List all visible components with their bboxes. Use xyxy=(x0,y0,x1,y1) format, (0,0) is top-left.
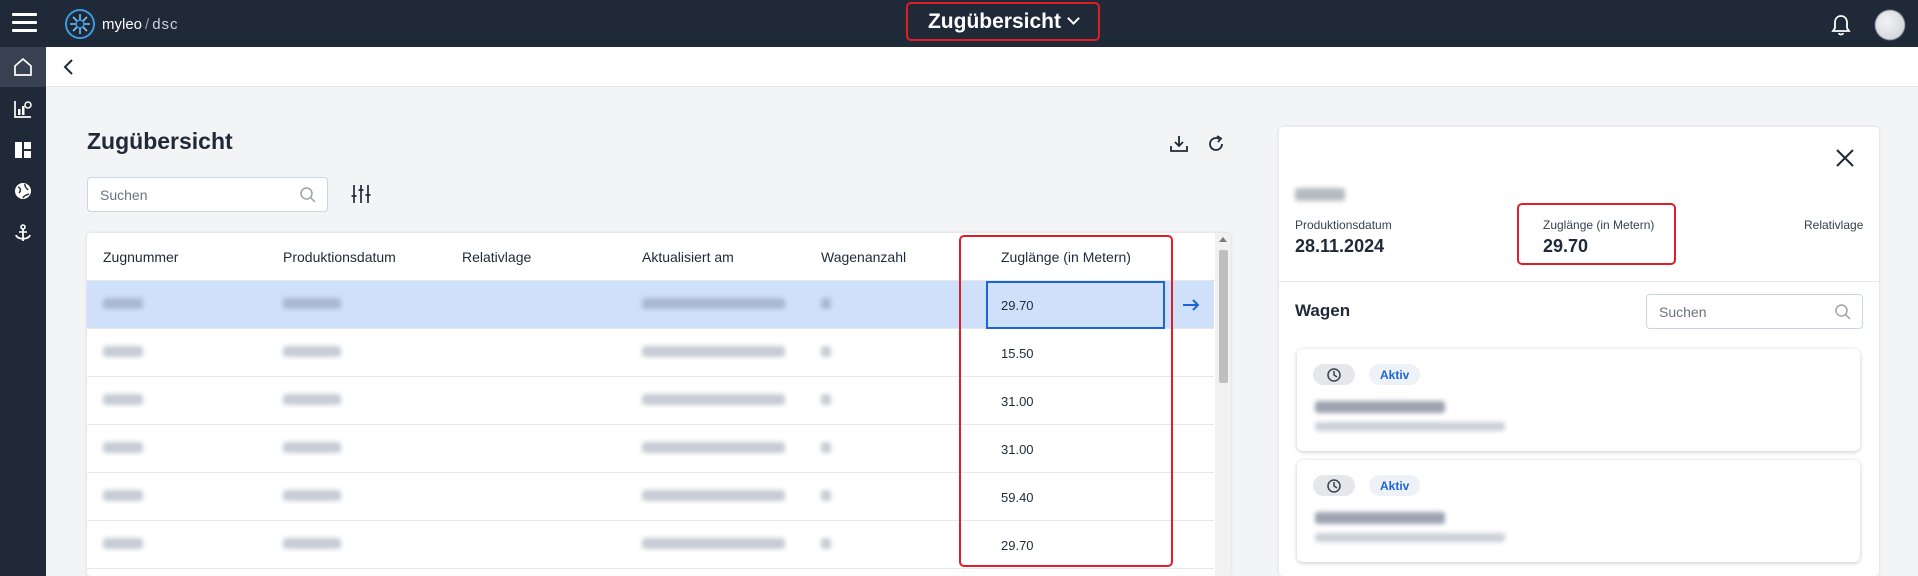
wagen-search-input[interactable] xyxy=(1647,295,1827,328)
app-logo[interactable]: myleo / dsc xyxy=(64,8,179,40)
dashboard-icon xyxy=(15,142,31,158)
header-wagenanzahl[interactable]: Wagenanzahl xyxy=(821,249,906,265)
brand-sub: dsc xyxy=(152,15,179,33)
side-rail xyxy=(0,47,46,576)
home-icon xyxy=(14,57,32,76)
relativlage-label: Relativlage xyxy=(1804,218,1864,232)
wagenanzahl-redacted xyxy=(821,346,831,357)
zugnummer-redacted xyxy=(103,442,143,453)
rail-item-anchor[interactable] xyxy=(0,213,46,253)
search-field[interactable] xyxy=(87,177,328,212)
top-bar: myleo / dsc Zugübersicht xyxy=(0,0,1918,47)
wagen-number-redacted xyxy=(1315,512,1445,524)
wagenanzahl-redacted xyxy=(821,442,831,453)
back-icon[interactable] xyxy=(60,58,78,76)
header-aktualisiert[interactable]: Aktualisiert am xyxy=(642,249,734,265)
rail-item-world[interactable] xyxy=(0,171,46,211)
sub-header xyxy=(46,47,1918,87)
aktualisiert-redacted xyxy=(642,346,785,357)
wagen-card[interactable]: Aktiv xyxy=(1297,460,1860,562)
wagen-card[interactable]: Aktiv xyxy=(1297,349,1860,451)
zugnummer-redacted xyxy=(103,538,143,549)
menu-icon[interactable] xyxy=(12,13,37,33)
chevron-down-icon xyxy=(1067,12,1080,25)
globe-icon xyxy=(15,183,31,199)
zuglaenge-highlight xyxy=(1517,203,1676,265)
aktualisiert-redacted xyxy=(642,442,785,453)
zuglaenge-column-highlight xyxy=(959,235,1173,567)
wagenanzahl-redacted xyxy=(821,298,831,309)
aktualisiert-redacted xyxy=(642,490,785,501)
download-icon[interactable] xyxy=(1168,133,1190,155)
view-dropdown-label: Zugübersicht xyxy=(927,9,1061,33)
wagenanzahl-redacted xyxy=(821,490,831,501)
zuglaenge-label: Zuglänge (in Metern) xyxy=(1543,218,1655,232)
produktionsdatum-redacted xyxy=(283,346,341,357)
arrow-right-icon[interactable] xyxy=(1181,295,1201,315)
filter-icon[interactable] xyxy=(350,183,372,205)
header-relativlage[interactable]: Relativlage xyxy=(462,249,531,265)
close-icon[interactable] xyxy=(1835,148,1855,168)
zugnummer-redacted xyxy=(103,394,143,405)
zugnummer-redacted xyxy=(103,490,143,501)
bell-icon[interactable] xyxy=(1829,13,1853,37)
wagen-search-field[interactable] xyxy=(1646,294,1863,329)
aktualisiert-redacted xyxy=(642,538,785,549)
status-badge: Aktiv xyxy=(1369,475,1421,496)
brand-name: myleo xyxy=(102,15,143,33)
rail-item-home[interactable] xyxy=(0,47,46,87)
wagen-number-redacted xyxy=(1315,401,1445,413)
chart-icon xyxy=(14,101,32,118)
clock-icon xyxy=(1327,367,1341,382)
scroll-thumb[interactable] xyxy=(1219,250,1228,383)
scroll-up-arrow[interactable] xyxy=(1219,237,1227,242)
avatar[interactable] xyxy=(1875,10,1905,40)
wagenanzahl-redacted xyxy=(821,394,831,405)
zugnummer-redacted xyxy=(103,346,143,357)
rail-item-dashboard[interactable] xyxy=(0,130,46,170)
produktionsdatum-label: Produktionsdatum xyxy=(1295,218,1392,232)
rail-item-analytics[interactable] xyxy=(0,89,46,129)
aktualisiert-redacted xyxy=(642,298,785,309)
produktionsdatum-redacted xyxy=(283,298,341,309)
aktualisiert-redacted xyxy=(642,394,785,405)
detail-panel: Produktionsdatum 28.11.2024 Zuglänge (in… xyxy=(1279,127,1879,576)
clock-icon xyxy=(1327,478,1341,493)
search-icon xyxy=(300,187,316,203)
page-title: Zugübersicht xyxy=(87,128,233,154)
anchor-icon xyxy=(15,224,31,241)
logo-icon xyxy=(65,9,95,39)
produktionsdatum-redacted xyxy=(283,442,341,453)
wagen-updated-redacted xyxy=(1315,422,1505,431)
zuglaenge-value: 29.70 xyxy=(1543,236,1589,256)
produktionsdatum-redacted xyxy=(283,394,341,405)
wagen-title: Wagen xyxy=(1295,301,1351,320)
produktionsdatum-redacted xyxy=(283,538,341,549)
wagen-type-chip xyxy=(1313,475,1355,496)
wagenanzahl-redacted xyxy=(821,538,831,549)
produktionsdatum-value: 28.11.2024 xyxy=(1295,236,1385,256)
wagen-updated-redacted xyxy=(1315,533,1505,542)
refresh-icon[interactable] xyxy=(1205,133,1227,155)
zugnummer-redacted xyxy=(103,298,143,309)
search-input[interactable] xyxy=(88,178,288,211)
header-produktionsdatum[interactable]: Produktionsdatum xyxy=(283,249,396,265)
produktionsdatum-redacted xyxy=(283,490,341,501)
train-number-redacted xyxy=(1295,188,1345,201)
view-dropdown[interactable]: Zugübersicht xyxy=(906,2,1100,41)
wagen-type-chip xyxy=(1313,364,1355,385)
search-icon xyxy=(1835,304,1851,320)
table-scrollbar[interactable] xyxy=(1215,233,1231,576)
header-zugnummer[interactable]: Zugnummer xyxy=(103,249,178,265)
divider xyxy=(1279,281,1879,282)
status-badge: Aktiv xyxy=(1369,364,1421,385)
